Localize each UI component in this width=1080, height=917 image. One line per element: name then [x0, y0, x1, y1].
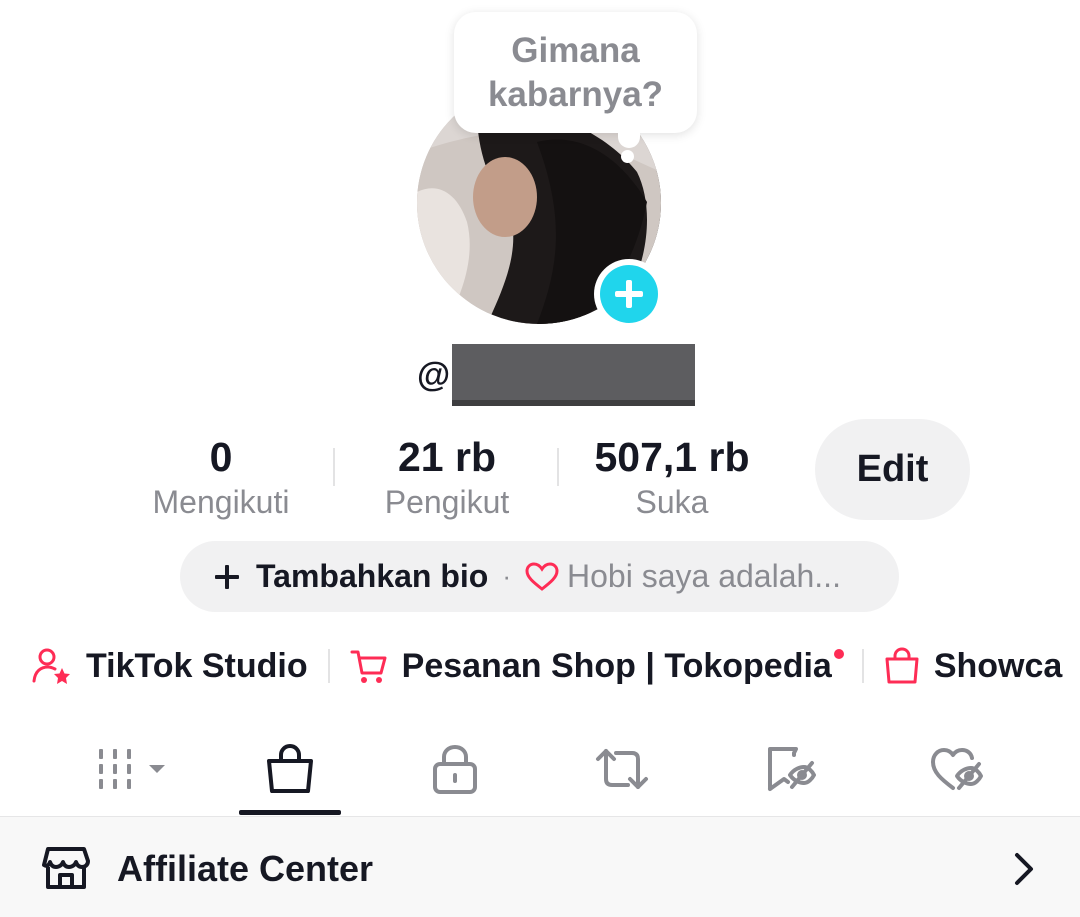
tab-videos[interactable] [78, 722, 188, 816]
lock-icon [433, 744, 477, 794]
chevron-right-icon [1012, 851, 1036, 892]
person-star-icon [32, 646, 72, 686]
tab-shop[interactable] [235, 722, 345, 816]
bio-hint: Hobi saya adalah... [567, 558, 841, 594]
tab-private[interactable] [400, 722, 510, 816]
notification-dot [833, 648, 844, 659]
add-bio-label: Tambahkan bio [256, 558, 489, 594]
stat-followers[interactable]: 21 rb Pengikut [372, 432, 522, 522]
affiliate-center-label: Affiliate Center [117, 848, 374, 889]
bio-separator: · [502, 561, 511, 591]
store-icon [42, 845, 90, 896]
showcase-label: Showca [933, 646, 1063, 685]
grid-icon [99, 749, 165, 789]
stat-followers-label: Pengikut [384, 484, 510, 520]
shop-orders-label: Pesanan Shop | Tokopedia [401, 646, 832, 685]
tiktok-studio-label: TikTok Studio [86, 646, 308, 685]
showcase-link[interactable]: Showca [884, 647, 1062, 686]
stat-following[interactable]: 0 Mengikuti [140, 432, 302, 522]
tab-liked[interactable] [902, 722, 1012, 816]
avatar-add-button[interactable] [594, 259, 664, 329]
tab-reposts[interactable] [567, 722, 677, 816]
stat-following-value: 0 [209, 434, 233, 480]
stat-divider [333, 448, 335, 486]
stat-likes[interactable]: 507,1 rb Suka [588, 432, 756, 522]
profile-tabs [0, 722, 1080, 816]
heart-hidden-icon [931, 748, 983, 790]
username-prefix: @ [417, 355, 451, 394]
bookmark-hidden-icon [768, 747, 816, 791]
link-divider [327, 649, 330, 683]
affiliate-center-row[interactable]: Affiliate Center [0, 816, 1080, 917]
shopping-bag-icon [884, 647, 920, 685]
tiktok-studio-link[interactable]: TikTok Studio [32, 646, 308, 686]
link-divider [861, 649, 864, 683]
status-bubble-text: Gimana kabarnya? [487, 30, 664, 114]
bubble-dot [621, 150, 634, 163]
plus-icon [215, 564, 239, 589]
heart-icon [525, 561, 559, 591]
cart-icon [350, 647, 388, 685]
tab-selected-indicator [239, 810, 341, 815]
edit-profile-button[interactable]: Edit [815, 419, 970, 520]
stat-likes-value: 507,1 rb [594, 434, 750, 480]
shopping-bag-icon [267, 743, 313, 793]
username: @ [417, 344, 696, 406]
shop-orders-link[interactable]: Pesanan Shop | Tokopedia [350, 646, 844, 686]
repost-icon [596, 749, 648, 789]
stat-divider [557, 448, 559, 486]
status-bubble[interactable]: Gimana kabarnya? [454, 12, 697, 133]
add-bio-button[interactable]: Tambahkan bio · Hobi saya adalah... [180, 541, 899, 612]
profile-shortcuts: TikTok Studio Pesanan Shop | Tokopedia S… [0, 632, 1080, 700]
plus-icon [615, 280, 643, 308]
stat-following-label: Mengikuti [152, 484, 290, 520]
stat-followers-value: 21 rb [398, 434, 496, 480]
username-redacted [452, 344, 696, 406]
tab-favorites[interactable] [735, 722, 845, 816]
bubble-tail [618, 126, 640, 148]
stat-likes-label: Suka [635, 484, 709, 520]
